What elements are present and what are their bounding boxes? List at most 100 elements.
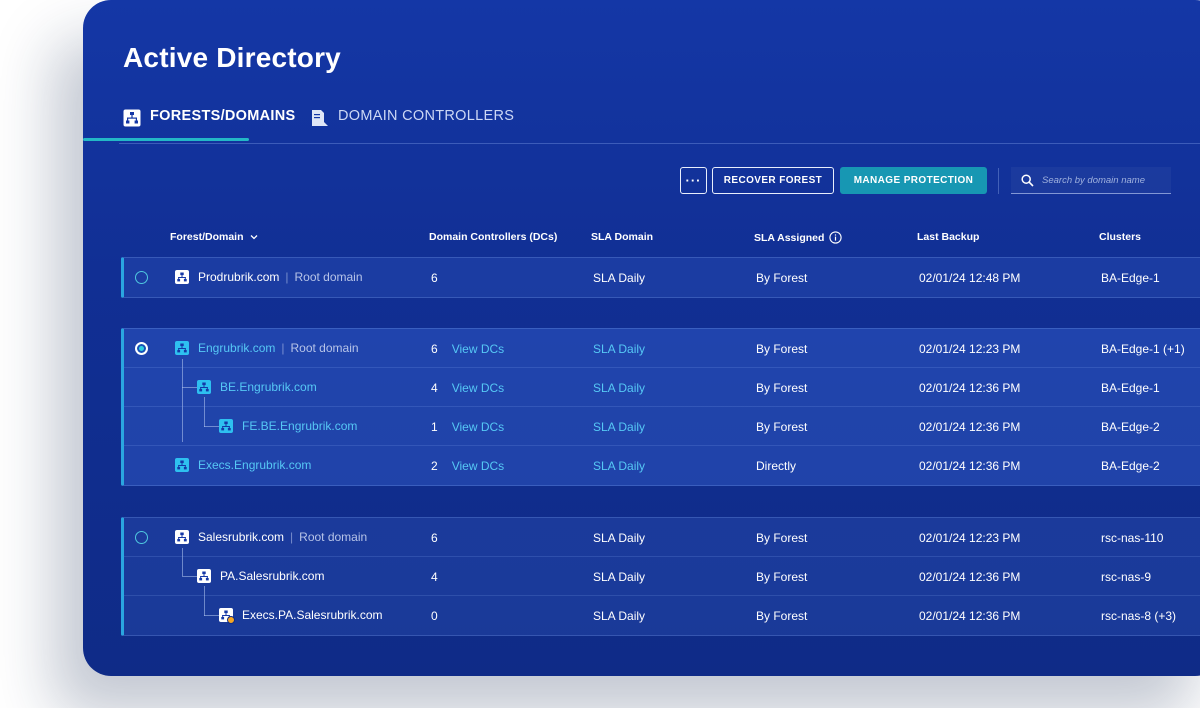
last-backup: 02/01/24 12:36 PM [919, 459, 1021, 473]
forest-group-prodrubrik: Prodrubrik.com | Root domain 6 SLA Daily B… [121, 257, 1200, 298]
domain-link[interactable]: BE.Engrubrik.com [220, 380, 317, 394]
forest-icon [123, 109, 141, 127]
dc-count: 2 [431, 459, 438, 473]
info-icon[interactable] [829, 231, 843, 244]
view-dcs-link[interactable]: View DCs [452, 459, 504, 473]
forest-group-engrubrik: Engrubrik.com | Root domain 6 View DCs SLA … [121, 328, 1200, 486]
sla-assigned: By Forest [756, 570, 808, 584]
last-backup: 02/01/24 12:36 PM [919, 420, 1021, 434]
domain-icon [197, 380, 211, 394]
dc-count: 6 [431, 342, 438, 356]
sla-domain: SLA Daily [593, 609, 646, 623]
domain-name: Execs.PA.Salesrubrik.com [242, 608, 383, 622]
last-backup: 02/01/24 12:36 PM [919, 609, 1021, 623]
sla-domain: SLA Daily [593, 531, 646, 545]
domain-link[interactable]: Execs.Engrubrik.com [198, 458, 311, 472]
dc-count: 4 [431, 570, 438, 584]
sla-assigned: By Forest [756, 342, 808, 356]
table-row[interactable]: FE.BE.Engrubrik.com 1 View DCs SLA Daily … [124, 407, 1200, 446]
sla-domain-link[interactable]: SLA Daily [593, 420, 645, 434]
table-row[interactable]: Execs.PA.Salesrubrik.com 0 SLA Daily By … [124, 596, 1200, 635]
root-domain-label: Root domain [299, 530, 368, 544]
clusters: BA-Edge-1 [1101, 381, 1160, 395]
chevron-down-icon [250, 235, 257, 240]
column-header-forest-domain[interactable]: Forest/Domain [170, 231, 259, 243]
dc-count: 0 [431, 609, 438, 623]
dc-count-cell: 6 View DCs [431, 342, 504, 356]
table-row[interactable]: Execs.Engrubrik.com 2 View DCs SLA Daily … [124, 446, 1200, 485]
column-header-clusters: Clusters [1099, 231, 1142, 243]
more-actions-button[interactable]: ··· [680, 167, 707, 194]
clusters: BA-Edge-1 [1101, 271, 1160, 285]
last-backup: 02/01/24 12:36 PM [919, 570, 1021, 584]
sla-domain-link[interactable]: SLA Daily [593, 459, 645, 473]
dc-count-cell: 1 View DCs [431, 420, 504, 434]
last-backup: 02/01/24 12:48 PM [919, 271, 1021, 285]
domain-name-cell: Engrubrik.com | Root domain [198, 341, 359, 355]
column-header-forest-label: Forest/Domain [170, 231, 244, 243]
clusters: rsc-nas-110 [1101, 531, 1164, 545]
sla-domain-link[interactable]: SLA Daily [593, 342, 645, 356]
column-header-dcs: Domain Controllers (DCs) [429, 231, 558, 243]
manage-protection-button[interactable]: MANAGE PROTECTION [840, 167, 987, 194]
domain-name: PA.Salesrubrik.com [220, 569, 325, 583]
table-row[interactable]: Prodrubrik.com | Root domain 6 SLA Daily B… [124, 258, 1200, 297]
sla-assigned: By Forest [756, 420, 808, 434]
search-box[interactable] [1011, 167, 1171, 194]
domain-icon [175, 270, 189, 284]
clusters: BA-Edge-2 [1101, 420, 1160, 434]
dc-count: 1 [431, 420, 438, 434]
dc-count: 4 [431, 381, 438, 395]
forest-select-radio[interactable] [135, 531, 148, 544]
last-backup: 02/01/24 12:23 PM [919, 531, 1021, 545]
sla-assigned: By Forest [756, 531, 808, 545]
sla-assigned: Directly [756, 459, 797, 473]
warning-badge-icon [227, 616, 235, 624]
domain-icon [175, 341, 189, 355]
clusters: rsc-nas-9 [1101, 570, 1152, 584]
page-title: Active Directory [123, 42, 341, 73]
dc-count: 6 [431, 271, 438, 285]
tab-domain-controllers[interactable]: DOMAIN CONTROLLERS [311, 108, 514, 144]
dc-count-cell: 2 View DCs [431, 459, 504, 473]
recover-forest-button[interactable]: RECOVER FOREST [712, 167, 834, 194]
table-row[interactable]: Engrubrik.com | Root domain 6 View DCs SLA … [124, 329, 1200, 368]
domain-link[interactable]: Engrubrik.com [198, 341, 275, 355]
tab-domain-controllers-label: DOMAIN CONTROLLERS [338, 108, 515, 124]
clusters: BA-Edge-1 (+1) [1101, 342, 1185, 356]
tab-forests-domains-label: FORESTS/DOMAINS [150, 108, 296, 124]
domain-icon [175, 530, 189, 544]
root-domain-label: Root domain [290, 341, 359, 355]
column-header-sla-domain: SLA Domain [591, 231, 654, 243]
dc-count: 6 [431, 531, 438, 545]
table-row[interactable]: Salesrubrik.com | Root domain 6 SLA Daily … [124, 518, 1200, 557]
view-dcs-link[interactable]: View DCs [452, 381, 504, 395]
active-directory-panel: Active Directory FORESTS/DOMAINS DOMAIN … [83, 0, 1200, 676]
domain-controller-icon [312, 110, 328, 126]
domain-link[interactable]: FE.BE.Engrubrik.com [242, 419, 357, 433]
toolbar-divider [998, 168, 999, 194]
domain-name: Salesrubrik.com [198, 530, 285, 544]
domain-icon [197, 569, 211, 583]
last-backup: 02/01/24 12:36 PM [919, 381, 1021, 395]
domain-icon [219, 419, 233, 433]
domain-name-cell: Prodrubrik.com | Root domain [198, 270, 363, 284]
sla-assigned: By Forest [756, 271, 808, 285]
sla-domain-link[interactable]: SLA Daily [593, 381, 645, 395]
forest-select-radio[interactable] [135, 271, 148, 284]
sla-assigned: By Forest [756, 609, 808, 623]
last-backup: 02/01/24 12:23 PM [919, 342, 1021, 356]
dc-count-cell: 4 View DCs [431, 381, 504, 395]
table-row[interactable]: BE.Engrubrik.com 4 View DCs SLA Daily By … [124, 368, 1200, 407]
view-dcs-link[interactable]: View DCs [452, 342, 504, 356]
root-domain-label: Root domain [294, 270, 363, 284]
forest-select-radio[interactable] [135, 342, 148, 355]
active-tab-indicator [83, 138, 249, 141]
column-header-sla-assigned: SLA Assigned [754, 231, 843, 244]
view-dcs-link[interactable]: View DCs [452, 420, 504, 434]
clusters: BA-Edge-2 [1101, 459, 1160, 473]
search-icon [1021, 173, 1034, 187]
search-input[interactable] [1042, 174, 1162, 186]
table-row[interactable]: PA.Salesrubrik.com 4 SLA Daily By Forest… [124, 557, 1200, 596]
domain-warning-icon [219, 608, 235, 624]
